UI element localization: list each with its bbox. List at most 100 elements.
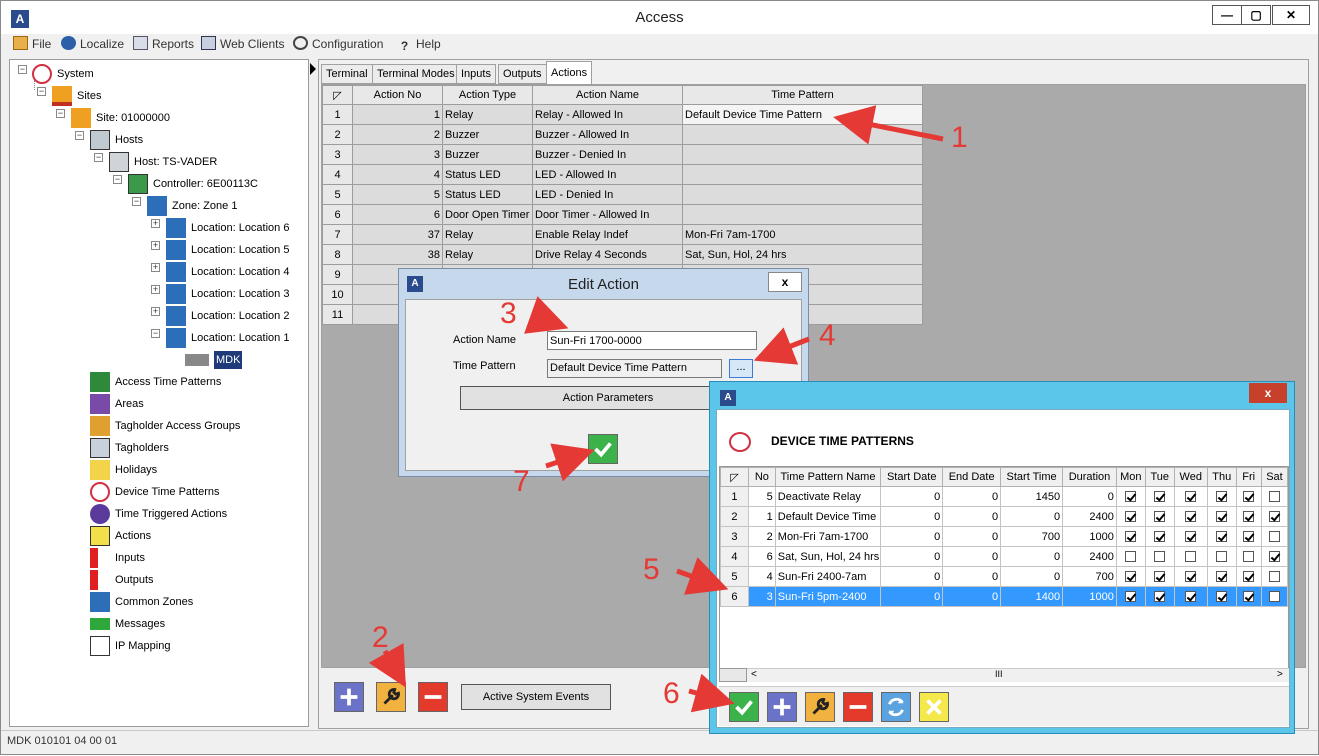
tue-checkbox[interactable] <box>1154 551 1166 563</box>
col-header-time-pattern[interactable]: Time Pattern <box>682 85 923 105</box>
menu-file[interactable]: File <box>13 36 51 52</box>
row-header[interactable]: 5 <box>720 566 749 587</box>
collapse-location-1-toggle[interactable]: − <box>151 329 160 338</box>
cell-no[interactable]: 6 <box>747 546 776 567</box>
tree-outputs[interactable]: Outputs <box>90 570 154 591</box>
sat-checkbox[interactable] <box>1268 531 1280 543</box>
col-header-sat[interactable]: Sat <box>1260 467 1288 487</box>
cell-action-no[interactable]: 37 <box>352 224 443 245</box>
tree-common-zones[interactable]: Common Zones <box>90 592 193 613</box>
cell-duration[interactable]: 1000 <box>1062 526 1117 547</box>
expand-location-2-toggle[interactable]: + <box>151 307 160 316</box>
cell-end-date[interactable]: 0 <box>942 526 1002 547</box>
cell-action-type[interactable]: Door Open Timer <box>442 204 533 225</box>
tree-location-4[interactable]: Location: Location 4 <box>166 262 289 283</box>
dtp-refresh-button[interactable] <box>881 692 911 722</box>
collapse-host-toggle[interactable]: − <box>94 153 103 162</box>
thu-checkbox[interactable] <box>1216 551 1228 563</box>
edit-action-close-button[interactable]: x <box>768 272 802 292</box>
collapse-site-toggle[interactable]: − <box>56 109 65 118</box>
tree-tagholder-access-groups[interactable]: Tagholder Access Groups <box>90 416 240 437</box>
collapse-system-toggle[interactable]: − <box>18 65 27 74</box>
cell-action-no[interactable]: 2 <box>352 124 443 145</box>
row-header[interactable]: 6 <box>322 204 353 225</box>
cell-time-pattern-name[interactable]: Sat, Sun, Hol, 24 hrs <box>774 546 882 567</box>
minimize-button[interactable]: — <box>1212 5 1242 25</box>
sat-checkbox[interactable] <box>1268 551 1280 563</box>
wed-checkbox[interactable] <box>1185 571 1197 583</box>
tree-ip-mapping[interactable]: IP Mapping <box>90 636 170 657</box>
edit-action-ok-button[interactable] <box>588 434 618 464</box>
cell-duration[interactable]: 1000 <box>1062 586 1117 607</box>
cell-action-no[interactable]: 3 <box>352 144 443 165</box>
expand-location-6-toggle[interactable]: + <box>151 219 160 228</box>
cell-action-no[interactable]: 38 <box>352 244 443 265</box>
col-header-action-type[interactable]: Action Type <box>442 85 533 105</box>
menu-configuration[interactable]: Configuration <box>293 36 383 52</box>
tree-actions[interactable]: Actions <box>90 526 151 547</box>
fri-checkbox[interactable] <box>1243 531 1255 543</box>
maximize-button[interactable]: ▢ <box>1241 5 1271 25</box>
menu-reports[interactable]: Reports <box>133 36 194 52</box>
row-header[interactable]: 3 <box>322 144 353 165</box>
row-header[interactable]: 5 <box>322 184 353 205</box>
thu-checkbox[interactable] <box>1216 591 1228 603</box>
menu-web-clients[interactable]: Web Clients <box>201 36 284 52</box>
tree-location-2[interactable]: Location: Location 2 <box>166 306 289 327</box>
cell-start-date[interactable]: 0 <box>880 486 944 507</box>
cell-time-pattern[interactable]: Mon-Fri 7am-1700 <box>682 224 923 245</box>
cell-time-pattern-name[interactable]: Default Device Time <box>774 506 882 527</box>
table-row[interactable]: 5 5 Status LED LED - Denied In <box>322 184 923 205</box>
menu-localize[interactable]: Localize <box>61 36 124 52</box>
cell-action-type[interactable]: Status LED <box>442 184 533 205</box>
table-row[interactable]: 8 38 Relay Drive Relay 4 Seconds Sat, Sun, H… <box>322 244 923 265</box>
col-header-end-date[interactable]: End Date <box>942 467 1002 487</box>
browse-time-pattern-button[interactable]: ... <box>729 359 753 378</box>
cell-start-time[interactable]: 0 <box>1000 506 1064 527</box>
cell-no[interactable]: 1 <box>747 506 776 527</box>
mon-checkbox[interactable] <box>1125 591 1137 603</box>
cell-time-pattern-name[interactable]: Sun-Fri 5pm-2400 <box>774 586 882 607</box>
row-header[interactable]: 10 <box>322 284 353 305</box>
col-header-action-no[interactable]: Action No <box>352 85 443 105</box>
tree-system[interactable]: System <box>32 64 94 85</box>
close-button[interactable]: ✕ <box>1272 5 1310 25</box>
tue-checkbox[interactable] <box>1154 491 1166 503</box>
cell-action-type[interactable]: Buzzer <box>442 144 533 165</box>
cell-start-time[interactable]: 700 <box>1000 526 1064 547</box>
sat-checkbox[interactable] <box>1268 511 1280 523</box>
cell-start-date[interactable]: 0 <box>880 506 944 527</box>
row-header[interactable]: 9 <box>322 264 353 285</box>
col-header-fri[interactable]: Fri <box>1235 467 1262 487</box>
tab-outputs[interactable]: Outputs <box>498 64 547 84</box>
row-header[interactable]: 3 <box>720 526 749 547</box>
col-header-thu[interactable]: Thu <box>1206 467 1237 487</box>
cell-duration[interactable]: 700 <box>1062 566 1117 587</box>
row-header[interactable]: 7 <box>322 224 353 245</box>
col-header-tue[interactable]: Tue <box>1144 467 1175 487</box>
delete-action-button[interactable] <box>418 682 448 712</box>
cell-end-date[interactable]: 0 <box>942 546 1002 567</box>
thu-checkbox[interactable] <box>1216 571 1228 583</box>
cell-action-name[interactable]: Drive Relay 4 Seconds <box>532 244 683 265</box>
dtp-select-all-corner[interactable]: ◸ <box>720 467 749 487</box>
add-action-button[interactable] <box>334 682 364 712</box>
sat-checkbox[interactable] <box>1268 591 1280 603</box>
tree-site[interactable]: Site: 01000000 <box>71 108 170 129</box>
sat-checkbox[interactable] <box>1268 571 1280 583</box>
tab-actions[interactable]: Actions <box>546 61 593 85</box>
col-header-no[interactable]: No <box>747 467 776 487</box>
cell-no[interactable]: 5 <box>747 486 776 507</box>
col-header-duration[interactable]: Duration <box>1062 467 1117 487</box>
table-row[interactable]: 3 2 Mon-Fri 7am-1700 0 0 700 1000 <box>720 526 1288 547</box>
tree-holidays[interactable]: Holidays <box>90 460 157 481</box>
cell-time-pattern[interactable] <box>682 204 923 225</box>
cell-end-date[interactable]: 0 <box>942 566 1002 587</box>
expand-location-5-toggle[interactable]: + <box>151 241 160 250</box>
select-all-corner[interactable]: ◸ <box>322 85 353 105</box>
col-header-sun[interactable]: Su <box>1287 467 1288 487</box>
tree-location-3[interactable]: Location: Location 3 <box>166 284 289 305</box>
cell-time-pattern-name[interactable]: Mon-Fri 7am-1700 <box>774 526 882 547</box>
table-row[interactable]: 4 4 Status LED LED - Allowed In <box>322 164 923 185</box>
col-header-mon[interactable]: Mon <box>1115 467 1146 487</box>
